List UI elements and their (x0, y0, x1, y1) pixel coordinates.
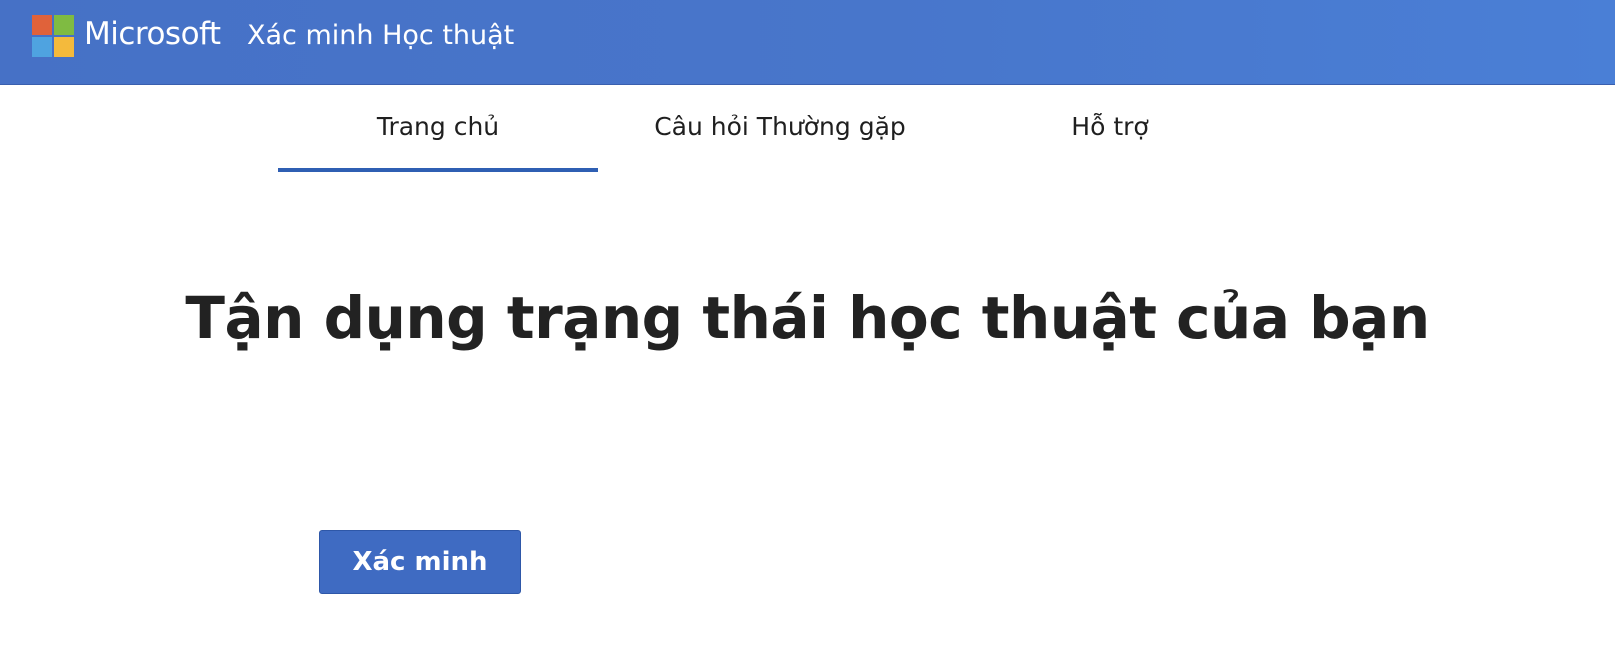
app-title: Xác minh Học thuật (247, 20, 515, 51)
tab-faq[interactable]: Câu hỏi Thường gặp (620, 110, 940, 144)
tab-support[interactable]: Hỗ trợ (950, 110, 1270, 144)
brand-name: Microsoft (84, 16, 221, 52)
top-header-bar: Microsoft Xác minh Học thuật (0, 0, 1615, 84)
microsoft-logo-icon (32, 15, 74, 57)
page-headline: Tận dụng trạng thái học thuật của bạn (185, 284, 1430, 352)
tab-home[interactable]: Trang chủ (278, 110, 598, 144)
active-tab-indicator (278, 168, 598, 172)
verify-button[interactable]: Xác minh (319, 530, 521, 594)
